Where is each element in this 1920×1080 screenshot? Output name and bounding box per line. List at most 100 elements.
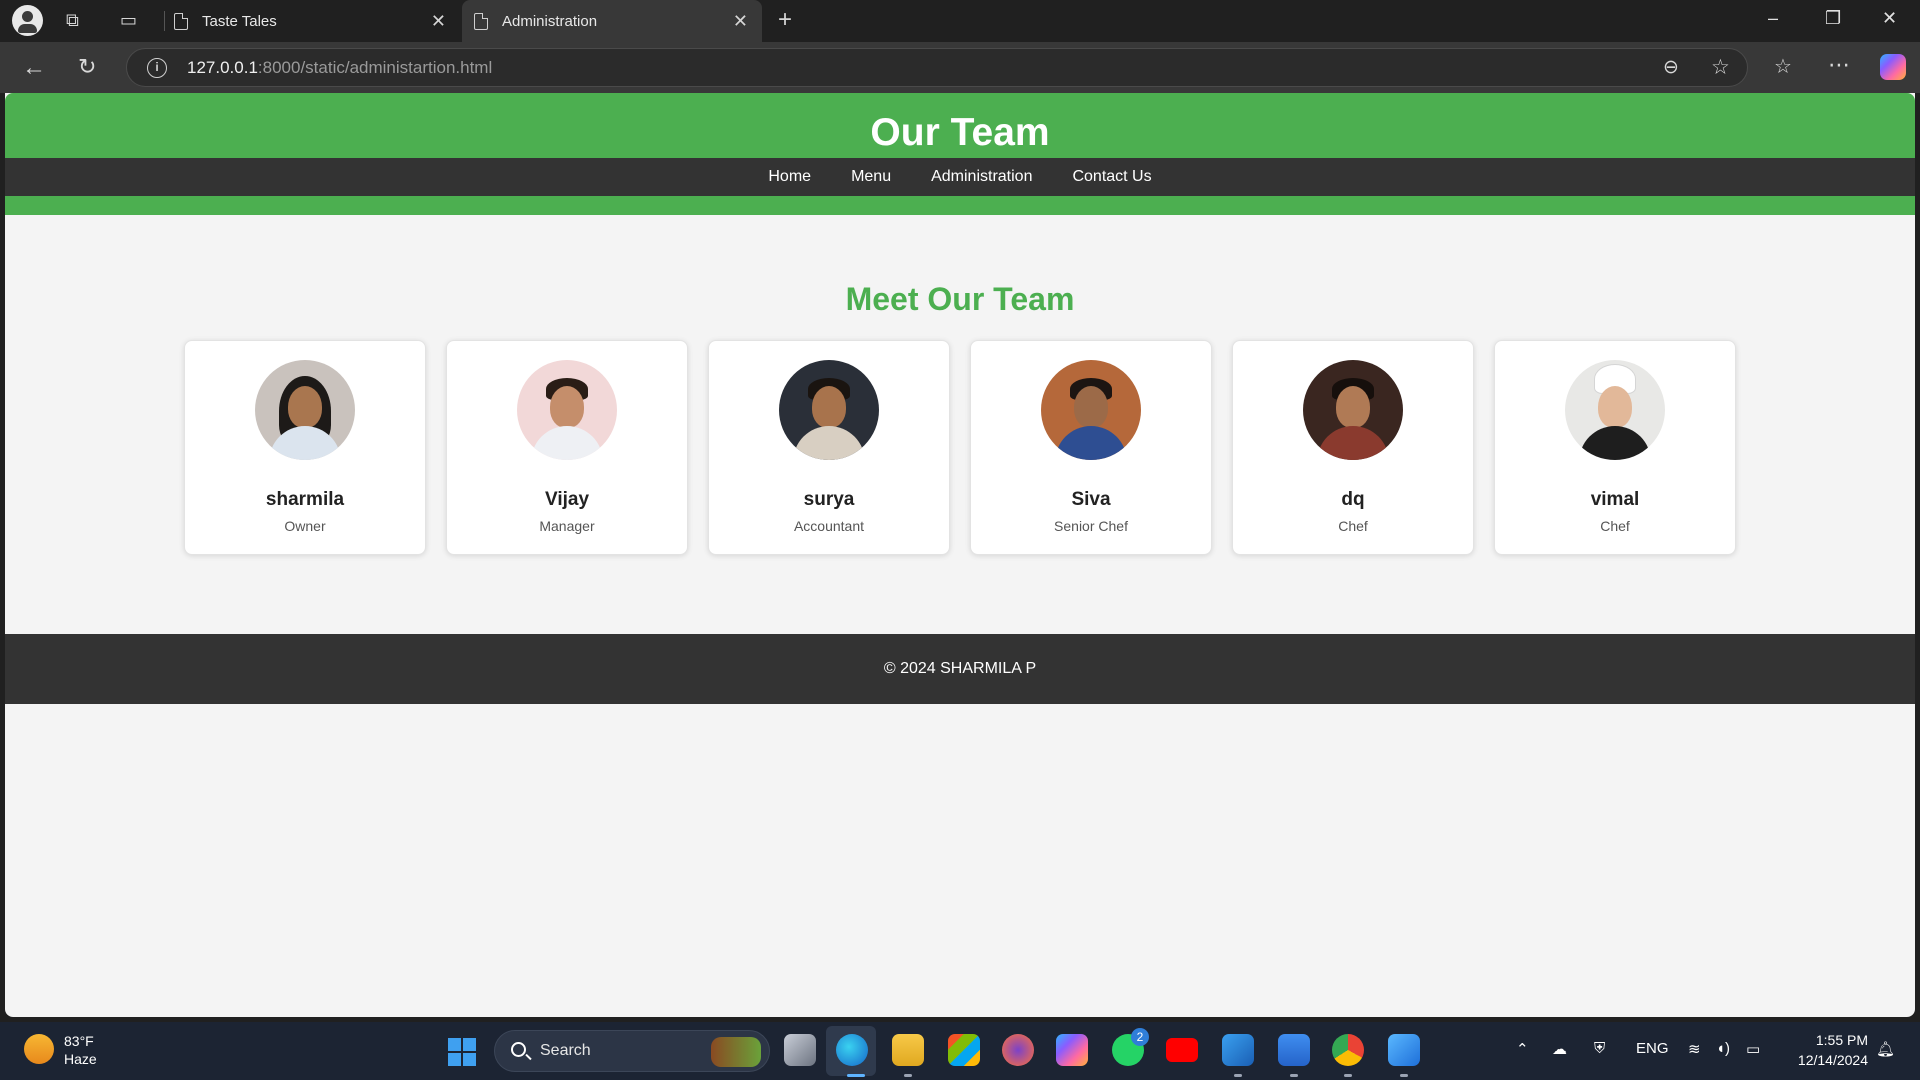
wifi-icon[interactable]: ≋ (1688, 1040, 1701, 1058)
tab-title: Administration (502, 12, 598, 30)
team-card: Vijay Manager (446, 340, 688, 555)
notepad-icon[interactable] (1278, 1034, 1310, 1066)
member-role: Chef (1600, 518, 1630, 534)
search-icon (511, 1042, 526, 1057)
security-shield-icon[interactable]: ⛨ (1594, 1040, 1605, 1057)
member-name: Vijay (544, 489, 590, 510)
battery-icon[interactable]: ▭ (1746, 1040, 1760, 1058)
member-photo (1565, 360, 1665, 460)
running-indicator (1290, 1074, 1298, 1077)
firefox-icon[interactable] (1002, 1034, 1034, 1066)
notification-bell-icon[interactable]: 🔔︎ (1876, 1040, 1895, 1058)
site-info-icon[interactable]: i (147, 58, 167, 78)
microsoft-store-icon[interactable] (948, 1034, 980, 1066)
member-role: Manager (539, 518, 595, 534)
member-role: Owner (284, 518, 326, 534)
task-view-icon[interactable] (784, 1034, 816, 1066)
member-photo (255, 360, 355, 460)
chevron-up-icon[interactable]: ⌃ (1516, 1040, 1529, 1058)
browser-toolbar: ← ↻ i 127.0.0.1:8000/static/administarti… (0, 42, 1920, 93)
member-photo (779, 360, 879, 460)
site-header: Our Team Home Menu Administration Contac… (5, 93, 1915, 215)
member-photo (1303, 360, 1403, 460)
close-icon[interactable]: ✕ (431, 11, 446, 32)
clock-time: 1:55 PM (1815, 1032, 1868, 1048)
search-highlight-image (711, 1037, 761, 1067)
member-name: vimal (1590, 489, 1640, 510)
nav-home[interactable]: Home (768, 168, 811, 186)
member-role: Accountant (793, 518, 865, 534)
collections-icon[interactable]: ⧉ (66, 11, 79, 29)
tab-title: Taste Tales (202, 12, 277, 30)
profile-avatar-icon[interactable] (12, 5, 43, 36)
favorite-star-icon[interactable]: ☆ (1711, 55, 1730, 80)
main-nav: Home Menu Administration Contact Us (5, 158, 1915, 196)
member-name: surya (803, 489, 855, 510)
member-photo (1041, 360, 1141, 460)
language-indicator[interactable]: ENG (1636, 1040, 1669, 1057)
youtube-icon[interactable] (1166, 1038, 1198, 1062)
address-bar[interactable]: i 127.0.0.1:8000/static/administartion.h… (126, 48, 1748, 87)
vscode-icon[interactable] (1222, 1034, 1254, 1066)
member-name: dq (1341, 489, 1365, 510)
member-name: sharmila (265, 489, 345, 510)
weather-condition: Haze (64, 1051, 97, 1067)
copilot-app-icon[interactable] (1056, 1034, 1088, 1066)
tab-administration[interactable]: Administration ✕ (462, 0, 762, 42)
site-footer: © 2024 SHARMILA P (5, 634, 1915, 704)
nav-menu[interactable]: Menu (851, 168, 891, 186)
page-icon (174, 12, 188, 30)
member-photo (517, 360, 617, 460)
browser-tab-strip: ⧉ ▭ Taste Tales ✕ Administration ✕ + – ❐… (0, 0, 1920, 42)
team-card: dq Chef (1232, 340, 1474, 555)
weather-haze-icon[interactable] (24, 1034, 54, 1064)
member-role: Chef (1338, 518, 1368, 534)
nav-contact-us[interactable]: Contact Us (1072, 168, 1151, 186)
running-indicator (904, 1074, 912, 1077)
member-name: Siva (1071, 489, 1111, 510)
restore-icon[interactable]: ❐ (1825, 8, 1841, 29)
file-explorer-icon[interactable] (892, 1034, 924, 1066)
team-cards: sharmila Owner Vijay Manager surya Accou… (184, 340, 1744, 555)
system-clock[interactable]: 1:55 PM 12/14/2024 (1784, 1030, 1868, 1070)
tab-separator (164, 11, 165, 31)
taskbar: 83°F Haze Search 2 ⌃ ☁ ⛨ ENG ≋ ◖) ▭ 1:55… (0, 1022, 1920, 1080)
notification-badge: 2 (1131, 1028, 1149, 1046)
edge-browser-icon[interactable] (836, 1034, 868, 1066)
new-tab-plus-icon[interactable]: + (778, 8, 792, 32)
taskbar-search[interactable]: Search (494, 1030, 770, 1072)
chrome-icon[interactable] (1332, 1034, 1364, 1066)
section-heading: Meet Our Team (845, 281, 1075, 317)
refresh-icon[interactable]: ↻ (78, 54, 96, 80)
copilot-icon[interactable] (1880, 54, 1906, 80)
running-indicator (1344, 1074, 1352, 1077)
address-url[interactable]: 127.0.0.1:8000/static/administartion.htm… (187, 58, 492, 78)
search-label: Search (540, 1042, 591, 1059)
close-icon[interactable]: ✕ (733, 11, 748, 32)
nav-administration[interactable]: Administration (931, 168, 1032, 186)
team-card: Siva Senior Chef (970, 340, 1212, 555)
team-card: surya Accountant (708, 340, 950, 555)
team-card: vimal Chef (1494, 340, 1736, 555)
tab-taste-tales[interactable]: Taste Tales ✕ (170, 0, 460, 42)
favorites-icon[interactable]: ☆ (1774, 54, 1792, 79)
page-title: Our Team (870, 111, 1050, 154)
weather-widget[interactable]: 83°F Haze (64, 1032, 97, 1068)
running-indicator (1234, 1074, 1242, 1077)
window-close-icon[interactable]: ✕ (1882, 8, 1897, 29)
zoom-out-icon[interactable]: ⊖ (1663, 56, 1679, 79)
windows-start-icon[interactable] (448, 1038, 476, 1066)
minimize-icon[interactable]: – (1768, 8, 1778, 29)
running-indicator (1400, 1074, 1408, 1077)
vertical-tabs-icon[interactable]: ▭ (120, 11, 137, 29)
back-arrow-icon[interactable]: ← (22, 54, 46, 82)
onedrive-cloud-icon[interactable]: ☁ (1552, 1040, 1567, 1058)
member-role: Senior Chef (1054, 518, 1128, 534)
team-card: sharmila Owner (184, 340, 426, 555)
weather-temp: 83°F (64, 1033, 94, 1049)
clock-date: 12/14/2024 (1797, 1052, 1868, 1068)
photos-icon[interactable] (1388, 1034, 1420, 1066)
more-icon[interactable]: ⋯ (1828, 52, 1850, 78)
volume-icon[interactable]: ◖) (1716, 1040, 1730, 1057)
page-viewport: Our Team Home Menu Administration Contac… (5, 93, 1915, 1017)
